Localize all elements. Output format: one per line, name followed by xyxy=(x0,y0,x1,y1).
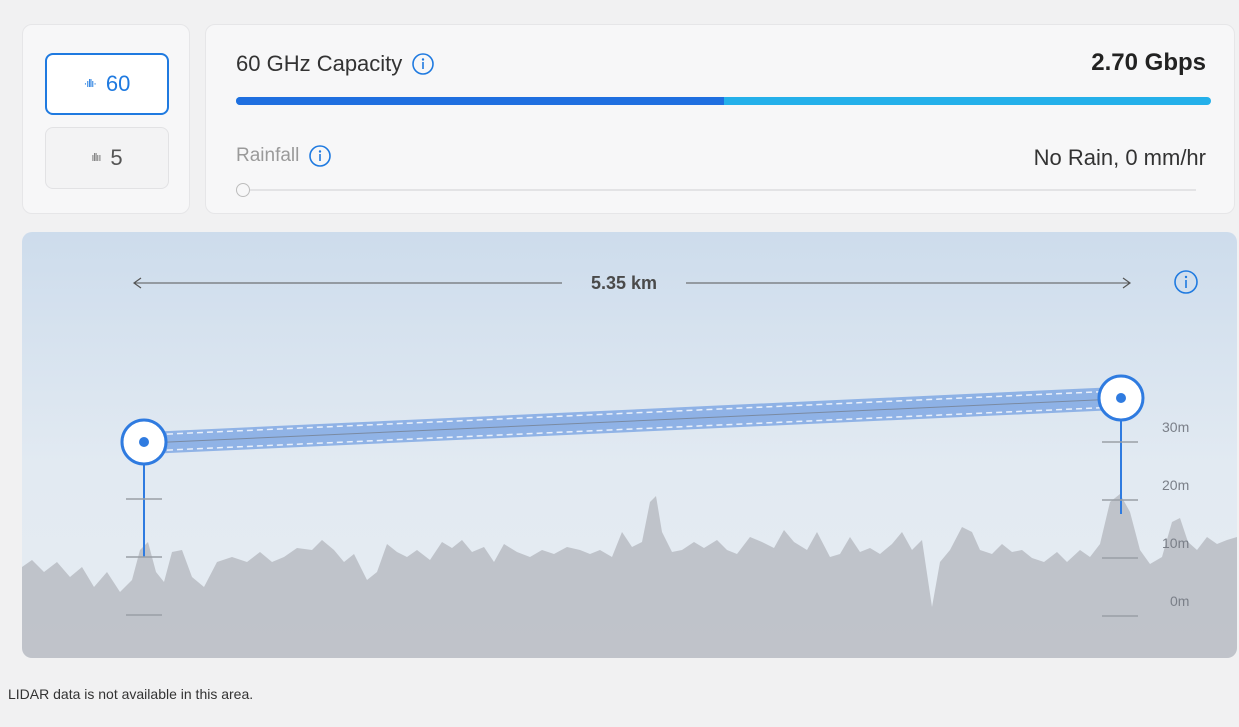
info-icon[interactable] xyxy=(1174,270,1198,294)
rainfall-title-row: Rainfall xyxy=(236,145,332,167)
terrain-profile xyxy=(22,494,1237,658)
info-icon[interactable] xyxy=(412,53,435,75)
band-selector-panel: ·ıllı· 60 ıllıı 5 xyxy=(22,24,190,214)
rainfall-slider-track xyxy=(246,189,1196,191)
capacity-title: 60 GHz Capacity xyxy=(236,51,403,76)
band-60-button[interactable]: ·ıllı· 60 xyxy=(45,53,169,115)
lidar-footnote: LIDAR data is not available in this area… xyxy=(8,686,254,702)
rainfall-slider-thumb[interactable] xyxy=(236,183,250,197)
height-label: 30m xyxy=(1162,419,1189,435)
capacity-bar xyxy=(236,97,1211,105)
rainfall-value: No Rain, 0 mm/hr xyxy=(1033,145,1206,170)
info-icon[interactable] xyxy=(309,145,332,167)
signal-wave-icon: ·ıllı· xyxy=(83,78,97,90)
height-label: 0m xyxy=(1170,593,1189,609)
capacity-value: 2.70 Gbps xyxy=(1091,49,1206,76)
band-5-label: 5 xyxy=(110,145,123,170)
rainfall-title: Rainfall xyxy=(236,145,300,166)
height-label: 10m xyxy=(1162,535,1189,551)
band-5-button[interactable]: ıllıı 5 xyxy=(45,127,169,189)
link-profile-view: 5.35 km 30m 20m 10m 0m xyxy=(22,232,1237,658)
link-beam xyxy=(146,387,1118,454)
rainfall-slider[interactable] xyxy=(236,183,1196,197)
band-60-label: 60 xyxy=(105,71,131,96)
capacity-title-row: 60 GHz Capacity xyxy=(236,51,435,77)
capacity-panel: 60 GHz Capacity 2.70 Gbps Rainfall No Ra… xyxy=(205,24,1235,214)
height-label: 20m xyxy=(1162,477,1189,493)
signal-wave-icon: ıllıı xyxy=(91,152,101,164)
link-distance-label: 5.35 km xyxy=(591,273,657,293)
capacity-bar-fill xyxy=(236,97,724,105)
